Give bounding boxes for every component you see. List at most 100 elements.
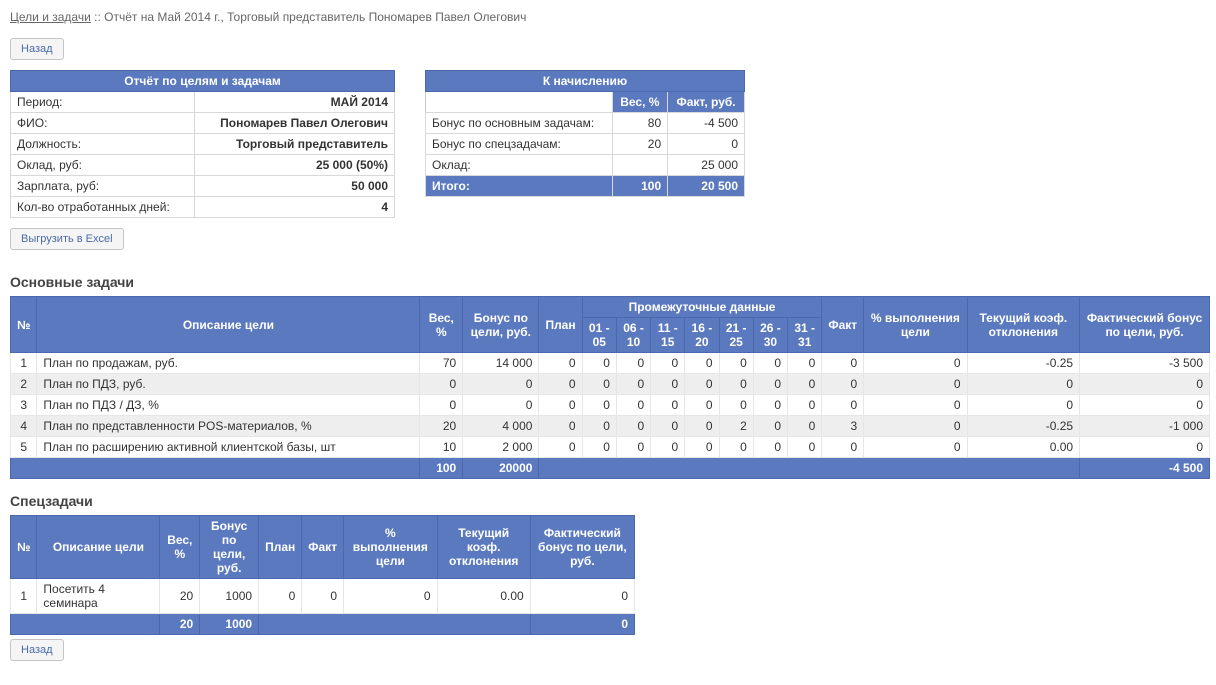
cell-plan: 0 <box>539 416 582 437</box>
col-plan: План <box>539 297 582 353</box>
cell-interim: 0 <box>719 374 753 395</box>
info-value: 25 000 (50%) <box>194 155 394 176</box>
payout-label: Оклад: <box>426 155 613 176</box>
cell-interim: 0 <box>582 374 616 395</box>
info-value: Пономарев Павел Олегович <box>194 113 394 134</box>
cell-coef: 0.00 <box>967 437 1080 458</box>
cell-plan: 0 <box>539 374 582 395</box>
col-weight: Вес, % <box>420 297 463 353</box>
cell-interim: 0 <box>616 437 650 458</box>
cell-num: 4 <box>11 416 37 437</box>
cell-plan: 0 <box>259 579 302 614</box>
col-interim: 06 - 10 <box>616 318 650 353</box>
table-row: 4План по представленности POS-материалов… <box>11 416 1210 437</box>
payout-col-fact: Факт, руб. <box>668 92 745 113</box>
cell-interim: 0 <box>685 374 719 395</box>
cell-num: 1 <box>11 353 37 374</box>
cell-interim: 0 <box>651 395 685 416</box>
back-button-bottom[interactable]: Назад <box>10 639 64 661</box>
cell-pct: 0 <box>864 395 967 416</box>
cell-interim: 0 <box>685 353 719 374</box>
cell-interim: 0 <box>582 395 616 416</box>
spec-col-plan: План <box>259 516 302 579</box>
cell-interim: 0 <box>753 437 787 458</box>
cell-interim: 0 <box>753 374 787 395</box>
cell-bg: 1000 <box>200 579 259 614</box>
cell-weight: 20 <box>160 579 200 614</box>
cell-plan: 0 <box>539 353 582 374</box>
main-total-bg: 20000 <box>463 458 539 479</box>
cell-desc: План по расширению активной клиентской б… <box>37 437 420 458</box>
cell-interim: 0 <box>616 374 650 395</box>
export-button[interactable]: Выгрузить в Excel <box>10 228 124 250</box>
cell-interim: 0 <box>719 437 753 458</box>
cell-fact: 0 <box>822 374 864 395</box>
payout-total-label: Итого: <box>426 176 613 197</box>
cell-interim: 0 <box>651 353 685 374</box>
col-coef: Текущий коэф. отклонения <box>967 297 1080 353</box>
cell-interim: 0 <box>651 437 685 458</box>
col-interim: 11 - 15 <box>651 318 685 353</box>
cell-weight: 70 <box>420 353 463 374</box>
breadcrumb-link[interactable]: Цели и задачи <box>10 10 91 24</box>
cell-interim: 0 <box>788 374 822 395</box>
cell-bg: 14 000 <box>463 353 539 374</box>
cell-interim: 0 <box>753 353 787 374</box>
spec-total-fb: 0 <box>530 614 634 635</box>
cell-interim: 0 <box>719 395 753 416</box>
col-fact: Факт <box>822 297 864 353</box>
cell-weight: 10 <box>420 437 463 458</box>
col-interim: 26 - 30 <box>753 318 787 353</box>
payout-total-weight: 100 <box>612 176 668 197</box>
breadcrumb-tail: :: Отчёт на Май 2014 г., Торговый предст… <box>91 10 527 24</box>
info-label: Период: <box>11 92 195 113</box>
spec-total-bg: 1000 <box>200 614 259 635</box>
cell-bg: 4 000 <box>463 416 539 437</box>
col-bonus-goal: Бонус по цели, руб. <box>463 297 539 353</box>
spec-col-fb: Фактический бонус по цели, руб. <box>530 516 634 579</box>
info-title: Отчёт по целям и задачам <box>11 71 395 92</box>
payout-fact: -4 500 <box>668 113 745 134</box>
cell-interim: 0 <box>685 437 719 458</box>
payout-weight: 20 <box>612 134 668 155</box>
main-total-fb: -4 500 <box>1080 458 1210 479</box>
info-label: Зарплата, руб: <box>11 176 195 197</box>
cell-plan: 0 <box>539 437 582 458</box>
cell-weight: 0 <box>420 374 463 395</box>
cell-desc: Посетить 4 семинара <box>37 579 160 614</box>
info-value: 4 <box>194 197 394 218</box>
back-button[interactable]: Назад <box>10 38 64 60</box>
cell-fb: 0 <box>1080 374 1210 395</box>
cell-pct: 0 <box>864 416 967 437</box>
cell-pct: 0 <box>864 353 967 374</box>
spec-col-desc: Описание цели <box>37 516 160 579</box>
cell-pct: 0 <box>864 437 967 458</box>
cell-interim: 0 <box>651 416 685 437</box>
table-row: 2План по ПДЗ, руб.00000000000000 <box>11 374 1210 395</box>
cell-fact: 0 <box>302 579 344 614</box>
cell-plan: 0 <box>539 395 582 416</box>
payout-total-fact: 20 500 <box>668 176 745 197</box>
cell-weight: 0 <box>420 395 463 416</box>
cell-num: 3 <box>11 395 37 416</box>
cell-coef: -0.25 <box>967 416 1080 437</box>
spec-table: № Описание цели Вес, % Бонус по цели, ру… <box>10 515 635 635</box>
cell-fb: 0 <box>530 579 634 614</box>
col-interim-group: Промежуточные данные <box>582 297 822 318</box>
cell-desc: План по ПДЗ, руб. <box>37 374 420 395</box>
spec-total-weight: 20 <box>160 614 200 635</box>
payout-weight: 80 <box>612 113 668 134</box>
spec-col-bg: Бонус по цели, руб. <box>200 516 259 579</box>
cell-bg: 2 000 <box>463 437 539 458</box>
col-pct: % выполнения цели <box>864 297 967 353</box>
cell-pct: 0 <box>344 579 438 614</box>
cell-interim: 0 <box>616 395 650 416</box>
col-interim: 16 - 20 <box>685 318 719 353</box>
cell-num: 2 <box>11 374 37 395</box>
cell-pct: 0 <box>864 374 967 395</box>
cell-desc: План по продажам, руб. <box>37 353 420 374</box>
cell-bg: 0 <box>463 395 539 416</box>
cell-fact: 0 <box>822 395 864 416</box>
cell-interim: 0 <box>685 395 719 416</box>
cell-interim: 0 <box>788 437 822 458</box>
